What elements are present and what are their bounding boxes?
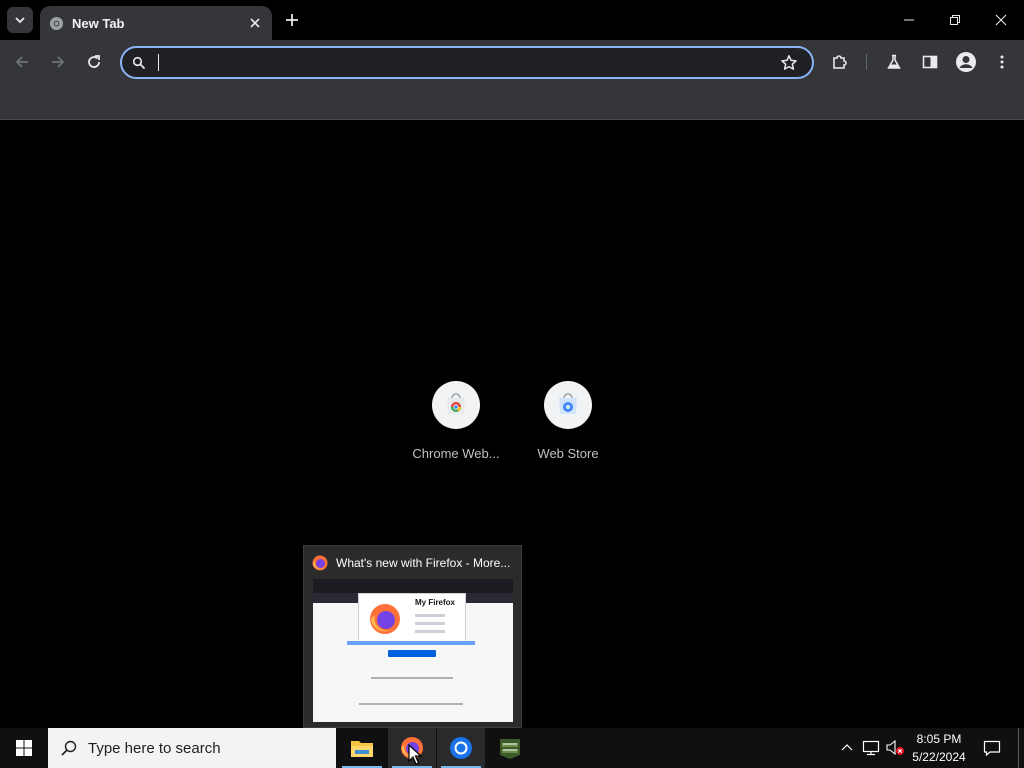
notification-icon: [983, 740, 1001, 757]
arrow-left-icon: [15, 56, 28, 68]
search-icon: [61, 740, 77, 756]
taskbar-chrome[interactable]: [437, 728, 485, 768]
windows-taskbar: Type here to search 8:05 PM 5/22/2024: [0, 728, 1024, 768]
profile-button[interactable]: [952, 48, 980, 76]
firefox-logo-icon: [370, 604, 400, 634]
labs-button[interactable]: [880, 48, 908, 76]
show-desktop-button[interactable]: [1018, 728, 1019, 768]
taskbar-file-explorer[interactable]: [338, 728, 386, 768]
taskbar-clock[interactable]: 8:05 PM 5/22/2024: [906, 730, 972, 766]
taskbar-search-box[interactable]: Type here to search: [48, 728, 336, 768]
thumb-button: [388, 650, 436, 657]
chevron-up-icon: [841, 744, 853, 751]
start-button[interactable]: [0, 728, 48, 768]
close-icon: [995, 14, 1007, 26]
bookmark-star-icon[interactable]: [780, 54, 798, 72]
action-center-button[interactable]: [978, 728, 1006, 768]
shortcut-bubble: [432, 381, 480, 429]
restore-button[interactable]: [932, 0, 978, 40]
restore-icon: [950, 15, 960, 25]
preview-title: What's new with Firefox - More...: [336, 556, 511, 570]
browser-toolbar: [0, 40, 1024, 84]
avatar-icon: [956, 52, 976, 72]
arrow-right-icon: [52, 56, 65, 68]
web-store-icon: [559, 393, 577, 414]
new-tab-button[interactable]: [280, 8, 304, 32]
thumb-tabbar: [313, 579, 513, 593]
tab-new-tab[interactable]: New Tab: [40, 6, 272, 40]
chrome-icon: [450, 737, 472, 759]
back-button[interactable]: [8, 48, 36, 76]
network-tray-button[interactable]: [861, 738, 881, 758]
bookmarks-bar: [0, 84, 1024, 120]
windows-logo-icon: [16, 740, 32, 756]
menu-button[interactable]: [988, 48, 1016, 76]
chrome-web-store-icon: [447, 393, 465, 414]
shortcut-chrome-web-store[interactable]: Chrome Web...: [400, 381, 512, 461]
extensions-button[interactable]: [826, 48, 854, 76]
taskbar-beta-craft[interactable]: [486, 728, 534, 768]
folder-icon: [351, 741, 373, 757]
network-icon: [862, 740, 880, 756]
tab-close-button[interactable]: [246, 14, 264, 32]
clock-time: 8:05 PM: [916, 732, 962, 746]
thumb-card: My Firefox: [358, 593, 466, 643]
thumb-line: [371, 677, 453, 679]
volume-tray-button[interactable]: [885, 738, 905, 758]
reload-icon: [88, 55, 100, 68]
taskbar-thumbnail-preview[interactable]: What's new with Firefox - More... My Fir…: [303, 545, 522, 728]
shortcut-label: Chrome Web...: [412, 446, 500, 461]
show-hidden-icons-button[interactable]: [837, 738, 857, 758]
chrome-favicon-icon: [49, 16, 64, 30]
toolbar-separator: [866, 54, 867, 70]
firefox-icon: [312, 555, 328, 571]
tab-strip: New Tab: [0, 0, 1024, 40]
plus-icon: [286, 14, 298, 26]
shortcut-web-store[interactable]: Web Store: [512, 381, 624, 461]
search-icon: [132, 56, 146, 70]
flask-icon: [887, 54, 901, 69]
thumb-selection: [347, 641, 475, 645]
shortcut-label: Web Store: [537, 446, 599, 461]
close-window-button[interactable]: [978, 0, 1024, 40]
thumb-line: [359, 703, 463, 705]
clock-date: 5/22/2024: [912, 750, 966, 764]
search-placeholder: Type here to search: [88, 739, 221, 757]
forward-button[interactable]: [44, 48, 72, 76]
reload-button[interactable]: [80, 48, 108, 76]
chevron-down-icon: [15, 17, 25, 24]
more-vertical-icon: [1000, 55, 1004, 69]
tab-title: New Tab: [72, 15, 125, 31]
side-panel-button[interactable]: [916, 48, 944, 76]
address-bar[interactable]: [120, 46, 814, 79]
preview-header: What's new with Firefox - More...: [312, 554, 513, 572]
address-input[interactable]: [156, 51, 776, 74]
close-icon: [250, 18, 260, 28]
thumb-line: [415, 614, 445, 617]
thumb-line: [415, 630, 445, 633]
side-panel-icon: [922, 55, 938, 69]
shortcut-bubble: [544, 381, 592, 429]
minimize-icon: [904, 19, 914, 21]
mouse-cursor-icon: [408, 744, 422, 765]
text-caret: [158, 54, 159, 71]
beta-craft-icon: [500, 739, 520, 759]
preview-thumbnail: My Firefox: [313, 579, 513, 722]
minimize-button[interactable]: [886, 0, 932, 40]
thumb-line: [415, 622, 445, 625]
puzzle-icon: [833, 55, 847, 69]
volume-muted-icon: [886, 739, 904, 756]
tab-search-button[interactable]: [7, 7, 33, 33]
thumb-heading: My Firefox: [415, 598, 456, 607]
